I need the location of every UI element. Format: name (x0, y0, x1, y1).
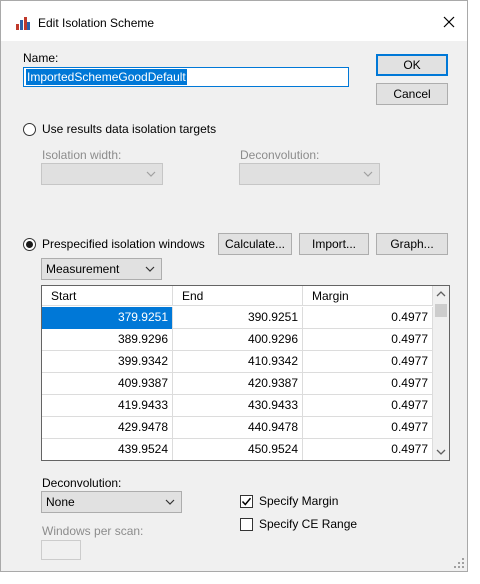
windows-per-scan-input[interactable] (41, 540, 81, 560)
table-cell[interactable]: 399.9342 (42, 351, 173, 373)
name-input[interactable]: ImportedSchemeGoodDefault (23, 67, 349, 87)
deconvolution-top-select[interactable] (239, 163, 380, 185)
isolation-width-label: Isolation width: (42, 148, 122, 162)
edit-isolation-scheme-dialog: Edit Isolation Scheme Name: ImportedSche… (0, 0, 468, 572)
resize-grip-icon[interactable] (453, 557, 465, 569)
scrollbar-thumb[interactable] (435, 304, 447, 317)
cancel-button[interactable]: Cancel (376, 83, 448, 105)
windows-per-scan-label: Windows per scan: (42, 524, 144, 538)
name-input-value: ImportedSchemeGoodDefault (26, 69, 187, 85)
isolation-width-select[interactable] (41, 163, 163, 185)
window-type-value: Measurement (46, 262, 120, 276)
table-cell[interactable]: 439.9524 (42, 439, 173, 460)
table-header: Start End Margin (42, 286, 433, 306)
table-row: 379.9251 390.9251 0.4977 (42, 307, 433, 329)
scroll-down-icon[interactable] (433, 443, 449, 460)
table-cell[interactable]: 419.9433 (42, 395, 173, 417)
table-scrollbar[interactable] (433, 286, 449, 460)
calculate-button[interactable]: Calculate... (218, 233, 292, 255)
results-targets-label: Use results data isolation targets (42, 122, 217, 136)
table-cell[interactable]: 430.9433 (173, 395, 303, 417)
table-cell[interactable]: 450.9524 (173, 439, 303, 460)
column-header-end[interactable]: End (173, 286, 303, 306)
specify-ce-range-label: Specify CE Range (259, 517, 358, 531)
specify-margin-label: Specify Margin (259, 494, 339, 508)
window-type-select[interactable]: Measurement (41, 258, 162, 280)
table-cell[interactable]: 440.9478 (173, 417, 303, 439)
radio-selected-dot (26, 241, 33, 248)
table-cell[interactable]: 0.4977 (303, 351, 433, 373)
isolation-windows-table: Start End Margin 379.9251 390.9251 0.497… (41, 285, 450, 461)
table-row: 399.9342 410.9342 0.4977 (42, 351, 433, 373)
chevron-down-icon (165, 499, 175, 505)
table-cell[interactable]: 420.9387 (173, 373, 303, 395)
table-cell[interactable]: 429.9478 (42, 417, 173, 439)
table-cell[interactable]: 410.9342 (173, 351, 303, 373)
table-row: 429.9478 440.9478 0.4977 (42, 417, 433, 439)
ok-button[interactable]: OK (376, 54, 448, 76)
prespecified-windows-radio[interactable] (23, 238, 36, 251)
table-cell[interactable]: 0.4977 (303, 373, 433, 395)
window-title: Edit Isolation Scheme (38, 16, 155, 30)
column-header-margin[interactable]: Margin (303, 286, 433, 306)
column-header-start[interactable]: Start (42, 286, 173, 306)
table-cell[interactable]: 0.4977 (303, 439, 433, 460)
table-row: 439.9524 450.9524 0.4977 (42, 439, 433, 460)
deconvolution-select[interactable]: None (41, 491, 182, 513)
table-cell[interactable]: 409.9387 (42, 373, 173, 395)
table-row: 409.9387 420.9387 0.4977 (42, 373, 433, 395)
table-cell[interactable]: 400.9296 (173, 329, 303, 351)
specify-margin-checkbox[interactable] (240, 495, 253, 508)
table-row: 389.9296 400.9296 0.4977 (42, 329, 433, 351)
chevron-down-icon (145, 266, 155, 272)
checkmark-icon (241, 497, 252, 506)
graph-button[interactable]: Graph... (376, 233, 448, 255)
chevron-down-icon (363, 171, 373, 177)
table-row: 419.9433 430.9433 0.4977 (42, 395, 433, 417)
table-cell[interactable]: 0.4977 (303, 417, 433, 439)
table-cell[interactable]: 0.4977 (303, 307, 433, 329)
table-cell[interactable]: 389.9296 (42, 329, 173, 351)
chevron-down-icon (146, 171, 156, 177)
table-cell[interactable]: 390.9251 (173, 307, 303, 329)
results-targets-radio[interactable] (23, 123, 36, 136)
deconvolution-value: None (46, 495, 75, 509)
table-cell[interactable]: 379.9251 (42, 307, 173, 329)
title-bar: Edit Isolation Scheme (1, 1, 467, 41)
prespecified-windows-label: Prespecified isolation windows (42, 237, 205, 251)
app-icon (16, 17, 30, 30)
deconvolution-top-label: Deconvolution: (240, 148, 320, 162)
name-label: Name: (23, 51, 59, 65)
import-button[interactable]: Import... (299, 233, 369, 255)
close-icon[interactable] (437, 11, 461, 33)
scroll-up-icon[interactable] (433, 286, 449, 303)
specify-ce-range-checkbox[interactable] (240, 518, 253, 531)
deconvolution-label: Deconvolution: (42, 476, 122, 490)
table-cell[interactable]: 0.4977 (303, 395, 433, 417)
table-cell[interactable]: 0.4977 (303, 329, 433, 351)
